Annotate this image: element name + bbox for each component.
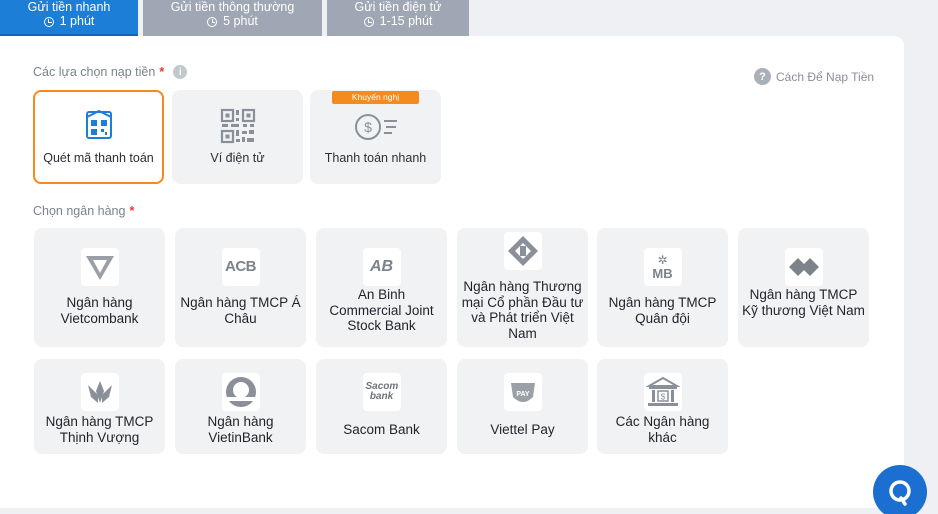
bank-select-label-text: Chọn ngân hàng [33, 204, 126, 218]
bank-name: Ngân hàng Thương mại Cổ phần Đầu tư và P… [461, 279, 584, 341]
clock-icon [43, 16, 54, 27]
tab-time: 1 phút [59, 14, 95, 28]
mbbank-logo-text: MB [652, 266, 673, 281]
sacombank-logo: Sacom bank [362, 373, 401, 411]
bank-other[interactable]: $ Các Ngân hàng khác [597, 359, 728, 454]
abbank-logo: AB [362, 248, 401, 286]
bank-vietinbank[interactable]: Ngân hàng VietinBank [175, 359, 306, 454]
help-icon: ? [754, 68, 771, 85]
bank-abbank[interactable]: AB An Binh Commercial Joint Stock Bank [316, 228, 447, 347]
acb-logo-text: ACB [225, 258, 257, 276]
viettelpay-logo-text: PAY [516, 391, 530, 398]
clock-icon [207, 16, 218, 27]
qr-scan-icon [84, 109, 114, 143]
method-fast-payment[interactable]: Khuyến nghị $ Thanh toán nhanh [310, 90, 441, 184]
acb-logo: ACB [221, 248, 260, 286]
method-label: Thanh toán nhanh [324, 151, 427, 165]
svg-text:$: $ [660, 393, 665, 402]
bank-viettelpay[interactable]: PAY Viettel Pay [457, 359, 588, 454]
tab-time: 5 phút [223, 14, 258, 28]
bank-acb[interactable]: ACB Ngân hàng TMCP Á Châu [175, 228, 306, 347]
tab-title: Gửi tiền thông thường [170, 0, 295, 14]
bank-sacombank[interactable]: Sacom bank Sacom Bank [316, 359, 447, 454]
vietinbank-logo [221, 373, 260, 411]
method-e-wallet[interactable]: Ví điện tử [172, 90, 303, 184]
bank-bidv[interactable]: Ngân hàng Thương mại Cổ phần Đầu tư và P… [457, 228, 588, 347]
deposit-panel: Các lựa chọn nạp tiền * i ? Cách Để Nạp … [0, 36, 904, 508]
bank-name: Ngân hàng TMCP Kỹ thương Việt Nam [742, 287, 865, 318]
bank-name: Ngân hàng VietinBank [207, 414, 274, 445]
chat-bubble-icon [889, 480, 911, 506]
required-mark: * [129, 204, 135, 218]
bank-building-icon: $ [643, 373, 682, 411]
help-link-text: Cách Để Nạp Tiền [776, 69, 875, 84]
viettelpay-logo: PAY [503, 373, 542, 411]
bank-name: Ngân hàng TMCP Á Châu [180, 295, 301, 326]
bank-name: Ngân hàng Vietcombank [60, 295, 139, 326]
svg-text:$: $ [364, 119, 372, 135]
vietcombank-logo [80, 248, 119, 286]
method-label: Ví điện tử [210, 151, 265, 165]
bank-name: Viettel Pay [490, 422, 555, 437]
bank-name: Ngân hàng TMCP Thịnh Vượng [45, 414, 154, 445]
qr-code-icon [220, 108, 256, 147]
abbank-logo-text: AB [369, 258, 394, 276]
how-to-deposit-link[interactable]: ? Cách Để Nạp Tiền [754, 68, 874, 85]
sacombank-logo-text: Sacom bank [365, 381, 399, 402]
mbbank-logo: ✲ MB [643, 248, 682, 286]
method-label: Quét mã thanh toán [43, 151, 154, 165]
bank-name: Các Ngân hàng khác [615, 414, 710, 445]
bank-vpbank[interactable]: Ngân hàng TMCP Thịnh Vượng [34, 359, 165, 454]
bank-select-label: Chọn ngân hàng * [33, 204, 134, 218]
tab-time: 1-15 phút [379, 14, 433, 28]
bank-mbbank[interactable]: ✲ MB Ngân hàng TMCP Quân đội [597, 228, 728, 347]
bank-techcombank[interactable]: Ngân hàng TMCP Kỹ thương Việt Nam [738, 228, 869, 347]
tab-title: Gửi tiền điện tử [354, 0, 442, 14]
bank-name: An Binh Commercial Joint Stock Bank [329, 287, 434, 333]
bidv-logo [503, 232, 542, 270]
deposit-options-label: Các lựa chọn nạp tiền * i [33, 65, 188, 79]
required-mark: * [159, 65, 165, 79]
vpbank-logo [80, 373, 119, 411]
deposit-options-label-text: Các lựa chọn nạp tiền [33, 65, 156, 79]
method-qr-scan[interactable]: Quét mã thanh toán [33, 90, 164, 184]
tab-normal-deposit[interactable]: Gửi tiền thông thường 5 phút [143, 0, 322, 36]
info-icon[interactable]: i [173, 65, 188, 79]
tab-title: Gửi tiền nhanh [27, 0, 111, 14]
fast-payment-icon: $ [354, 112, 398, 145]
bank-name: Sacom Bank [343, 422, 420, 437]
tab-crypto-deposit[interactable]: Gửi tiền điện tử 1-15 phút [327, 0, 469, 36]
techcombank-logo [784, 248, 823, 286]
clock-icon [363, 16, 374, 27]
live-chat-button[interactable] [873, 465, 927, 514]
recommended-badge: Khuyến nghị [332, 91, 419, 104]
bank-vietcombank[interactable]: Ngân hàng Vietcombank [34, 228, 165, 347]
tab-fast-deposit[interactable]: Gửi tiền nhanh 1 phút [0, 0, 138, 36]
bank-name: Ngân hàng TMCP Quân đội [608, 295, 717, 326]
